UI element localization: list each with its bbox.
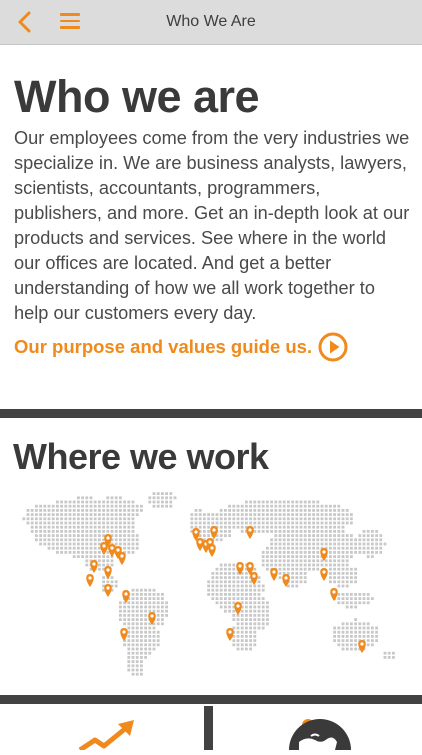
office-pin-icon: [196, 538, 204, 551]
office-pin-icon: [330, 588, 338, 601]
intro-section: Who we are Our employees come from the v…: [14, 72, 410, 362]
section-divider-bottom: [0, 695, 422, 704]
page-title: Who We Are: [166, 13, 256, 30]
tile-globe[interactable]: [213, 706, 422, 750]
office-pin-icon: [122, 590, 130, 603]
growth-chart-icon: [78, 720, 134, 753]
office-pin-icon: [120, 628, 128, 641]
world-map-dots: [22, 492, 395, 676]
where-we-work-heading: Where we work: [13, 436, 269, 477]
world-map: [12, 486, 410, 682]
section-divider: [0, 409, 422, 418]
office-pin-icon: [90, 560, 98, 573]
intro-text: Our employees come from the very industr…: [14, 128, 410, 323]
purpose-values-label: Our purpose and values guide us.: [14, 336, 313, 357]
office-pin-icon: [234, 602, 242, 615]
tile-separator: [204, 706, 213, 750]
office-pin-icon: [104, 584, 112, 597]
office-pin-icon: [320, 548, 328, 561]
office-pin-icon: [226, 628, 234, 641]
navigation-tiles: [0, 706, 422, 753]
office-pin-icon: [246, 526, 254, 539]
office-pin-icon: [320, 568, 328, 581]
tile-growth[interactable]: [0, 706, 204, 753]
office-pin-icon: [208, 544, 216, 557]
office-pin-icon: [270, 568, 278, 581]
intro-heading: Who we are: [14, 71, 260, 122]
office-pin-icon: [118, 552, 126, 565]
top-navigation-bar: Who We Are: [0, 0, 422, 45]
play-circle-icon: [318, 332, 348, 362]
purpose-values-link[interactable]: Our purpose and values guide us.: [14, 332, 410, 362]
office-pin-icon: [358, 640, 366, 653]
globe-icon: [289, 719, 351, 750]
office-pin-icon: [210, 526, 218, 539]
office-pin-icon: [86, 574, 94, 587]
